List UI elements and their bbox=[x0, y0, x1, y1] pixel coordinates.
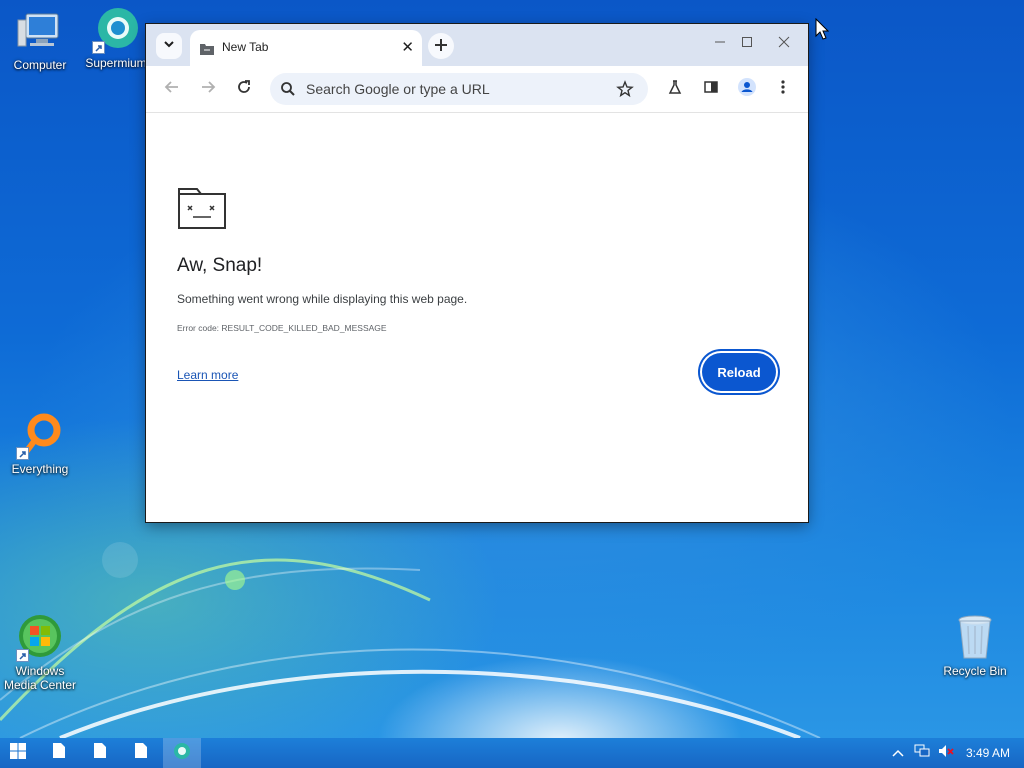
minimize-icon bbox=[714, 35, 726, 53]
menu-button[interactable] bbox=[773, 79, 793, 99]
tab-strip: New Tab ✕ bbox=[146, 24, 808, 66]
forward-arrow-icon bbox=[200, 79, 216, 100]
desktop-icon-media-center[interactable]: Windows Media Center bbox=[0, 614, 80, 692]
desktop-icon-label: Supermium bbox=[85, 56, 147, 70]
reload-page-button[interactable] bbox=[234, 79, 254, 99]
close-window-button[interactable] bbox=[774, 34, 794, 54]
browser-window: New Tab ✕ Search Google or type a URL Aw… bbox=[146, 24, 808, 522]
shortcut-arrow-icon bbox=[92, 41, 105, 54]
start-button[interactable] bbox=[4, 738, 32, 768]
plus-icon bbox=[434, 36, 448, 57]
minimize-button[interactable] bbox=[710, 34, 730, 54]
taskbar-item-file-2[interactable] bbox=[85, 738, 115, 768]
learn-more-link[interactable]: Learn more bbox=[177, 368, 238, 382]
supermium-icon bbox=[92, 6, 140, 54]
taskbar-clock[interactable]: 3:49 AM bbox=[966, 746, 1010, 760]
search-icon bbox=[280, 81, 296, 102]
profile-icon bbox=[737, 77, 757, 102]
new-tab-button[interactable] bbox=[428, 33, 454, 59]
profile-button[interactable] bbox=[737, 77, 757, 102]
desktop-icon-supermium[interactable]: Supermium bbox=[76, 6, 156, 70]
media-center-icon bbox=[16, 614, 64, 662]
mouse-cursor-icon bbox=[815, 17, 830, 45]
side-panel-icon bbox=[703, 79, 719, 100]
sad-folder-icon bbox=[177, 187, 227, 236]
close-icon bbox=[778, 35, 790, 53]
omnibox-placeholder: Search Google or type a URL bbox=[306, 81, 490, 97]
tab-search-button[interactable] bbox=[156, 33, 182, 59]
forward-button[interactable] bbox=[198, 79, 218, 99]
flask-icon bbox=[667, 79, 683, 100]
taskbar-item-file-1[interactable] bbox=[44, 738, 74, 768]
more-icon bbox=[780, 79, 786, 100]
computer-icon bbox=[16, 8, 64, 56]
desktop: Computer Supermium Everything Windows Me… bbox=[0, 0, 1024, 738]
shortcut-arrow-icon bbox=[16, 649, 29, 662]
shortcut-arrow-icon bbox=[16, 447, 29, 460]
tray-network[interactable] bbox=[911, 738, 933, 768]
file-icon bbox=[135, 743, 147, 763]
error-code: Error code: RESULT_CODE_KILLED_BAD_MESSA… bbox=[177, 323, 387, 333]
maximize-button[interactable] bbox=[737, 34, 757, 54]
error-heading: Aw, Snap! bbox=[177, 255, 263, 276]
maximize-icon bbox=[741, 35, 753, 53]
star-icon[interactable] bbox=[616, 80, 634, 103]
start-icon bbox=[10, 742, 26, 764]
volume-muted-icon bbox=[938, 744, 954, 763]
network-icon bbox=[914, 744, 930, 763]
tab-new-tab[interactable]: New Tab ✕ bbox=[190, 30, 422, 66]
omnibox[interactable]: Search Google or type a URL bbox=[270, 73, 648, 105]
file-icon bbox=[53, 743, 65, 763]
everything-icon bbox=[16, 412, 64, 460]
back-button[interactable] bbox=[162, 79, 182, 99]
labs-button[interactable] bbox=[665, 79, 685, 99]
file-icon bbox=[94, 743, 106, 763]
side-panel-button[interactable] bbox=[701, 79, 721, 99]
sad-folder-icon bbox=[200, 42, 214, 60]
chevron-up-icon bbox=[892, 744, 904, 762]
tray-overflow-button[interactable] bbox=[888, 738, 908, 768]
taskbar-item-file-3[interactable] bbox=[126, 738, 156, 768]
toolbar: Search Google or type a URL bbox=[146, 66, 808, 113]
back-arrow-icon bbox=[164, 79, 180, 100]
tab-title: New Tab bbox=[222, 40, 269, 54]
tray-volume[interactable] bbox=[935, 738, 957, 768]
supermium-icon bbox=[173, 742, 191, 765]
desktop-icon-label: Computer bbox=[13, 58, 67, 72]
desktop-icon-label: Windows Media Center bbox=[3, 664, 77, 692]
desktop-icon-label: Everything bbox=[11, 462, 69, 476]
desktop-icon-computer[interactable]: Computer bbox=[0, 8, 80, 72]
reload-button[interactable]: Reload bbox=[702, 353, 776, 391]
error-message: Something went wrong while displaying th… bbox=[177, 292, 468, 306]
reload-icon bbox=[236, 79, 252, 100]
tab-search-icon bbox=[162, 37, 176, 56]
recycle-bin-icon bbox=[951, 614, 999, 662]
taskbar: 3:49 AM bbox=[0, 738, 1024, 768]
close-icon[interactable]: ✕ bbox=[401, 40, 414, 55]
error-page: Aw, Snap! Something went wrong while dis… bbox=[149, 113, 805, 519]
desktop-icon-label: Recycle Bin bbox=[943, 664, 1007, 678]
taskbar-item-supermium[interactable] bbox=[163, 738, 201, 768]
desktop-icon-recycle-bin[interactable]: Recycle Bin bbox=[935, 614, 1015, 678]
desktop-icon-everything[interactable]: Everything bbox=[0, 412, 80, 476]
